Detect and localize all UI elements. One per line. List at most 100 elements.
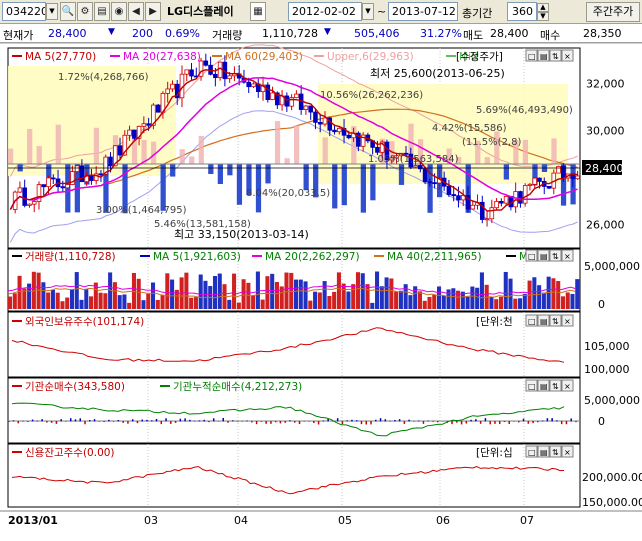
volume-bar [212,275,218,309]
inst-net-bar [489,421,491,425]
volume-bar [8,296,13,309]
inst-net-bar [360,421,363,425]
stock-code-input[interactable]: 034220 [2,2,46,21]
volume-bar [189,297,194,309]
price-label: 현재가 [3,29,34,42]
prev-arrow-icon[interactable]: ◀ [128,2,144,21]
overlay-bar [93,127,100,164]
volume-bar [198,274,203,309]
inst-net-bar [198,420,201,422]
volume-bar [313,291,318,309]
low-annotation: 최저 25,600(2013-06-25) [370,67,505,80]
inst-net-bar [103,421,105,422]
candle-body [213,73,218,79]
inst-net-bar [456,421,458,423]
volume-bar [551,278,556,309]
candle-body [522,185,528,204]
inst-net-bar [251,421,253,423]
candle-body [155,104,161,113]
inst-net-bar [17,421,20,424]
inst-net-bar [460,421,463,425]
volume-bar [475,287,480,309]
volume-bar [294,279,299,309]
candle-body [484,218,490,221]
panel-control-glyph: × [564,448,571,457]
date-to-input[interactable]: 2013-07-12 [388,2,458,21]
candle-body [141,123,147,127]
volume-bar [379,286,384,309]
price-panel-tag: [수정주가] [456,51,503,63]
candle-body [65,184,70,189]
inst-net-bar [284,421,286,423]
count-input[interactable]: 360 [507,2,537,21]
overlay-bar [370,164,376,201]
inst-net-bar [494,421,496,424]
volume-bar [513,298,518,309]
inst-net-bar [384,419,387,422]
ask-price: 28,400 [490,27,529,40]
volume-bar [274,282,279,309]
date-from-input[interactable]: 2012-02-02 [288,2,362,21]
volume-bar [69,289,75,309]
volume-bar [336,272,341,309]
legend-label-price: MA 20(27,638) [123,51,201,63]
overlay-bar [217,164,223,184]
candle-body [308,105,313,113]
inst-net-bar [46,421,48,423]
volume-bar [270,273,275,309]
inst-net-bar [265,421,267,424]
candle-body [203,60,209,66]
inst-net-bar [208,421,210,423]
volume-bar [160,294,165,309]
overlay-bar [170,164,176,177]
volume-bar [236,302,241,309]
inst-net-bar [355,420,358,422]
code-dropdown-icon[interactable]: ▼ [46,3,58,20]
inst-net-bar [513,421,515,422]
x-tick-label: 05 [338,514,352,527]
turnover-pct: 31.27% [420,27,462,40]
panel-control-glyph: ▤ [540,448,548,457]
inst-net-bar [127,421,129,424]
inst-net-bar [184,418,186,422]
inst-net-bar [432,421,434,422]
volume-bar [456,290,461,309]
price-y-tick: 32,000 [586,77,625,90]
inst-net-bar [575,421,577,423]
inst-net-bar [465,421,468,424]
stock-chart[interactable]: 28,400 1.72%(4,268,766) 10.56%(26,262,236)… [0,44,642,541]
volume-label: 거래량 [212,29,243,42]
next-arrow-icon[interactable]: ▶ [145,2,161,21]
candle-body [513,191,518,208]
inst-net-bar [112,421,115,422]
overlay-bar [360,164,366,213]
inst-net-bar [151,420,153,422]
inst-net-bar [74,419,77,422]
overlay-bar [198,135,204,164]
date-from-dropdown-icon[interactable]: ▼ [362,3,374,20]
inst-net-bar [146,419,148,422]
inst-net-bar [408,419,410,422]
overlay-bar [551,138,557,164]
candle-body [313,111,318,123]
search-icon[interactable]: 🔍 [60,2,76,21]
current-price: 28,400 [48,27,87,40]
document-icon[interactable]: ▦ [250,2,266,21]
count-up-icon[interactable]: ▲ [537,3,549,12]
volume-bar [36,272,41,309]
count-down-icon[interactable]: ▼ [537,12,549,21]
inst-net-bar [498,421,501,425]
legend-label-price: MA 60(29,403) [225,51,303,63]
inst-net-bar [189,419,191,422]
weekly-price-button[interactable]: 주간주가 [586,2,640,22]
inst-net-bar [427,420,429,422]
gear-icon[interactable]: ⚙ [77,2,93,21]
eye-icon[interactable]: ◉ [111,2,127,21]
current-price-tag: 28,400 [585,162,624,175]
candle-body [60,186,66,189]
volume-bar [432,294,437,309]
candle-body [575,175,580,180]
volume-bar [117,295,122,309]
inst-net-bar [174,421,177,423]
grid-icon[interactable]: ▤ [94,2,110,21]
